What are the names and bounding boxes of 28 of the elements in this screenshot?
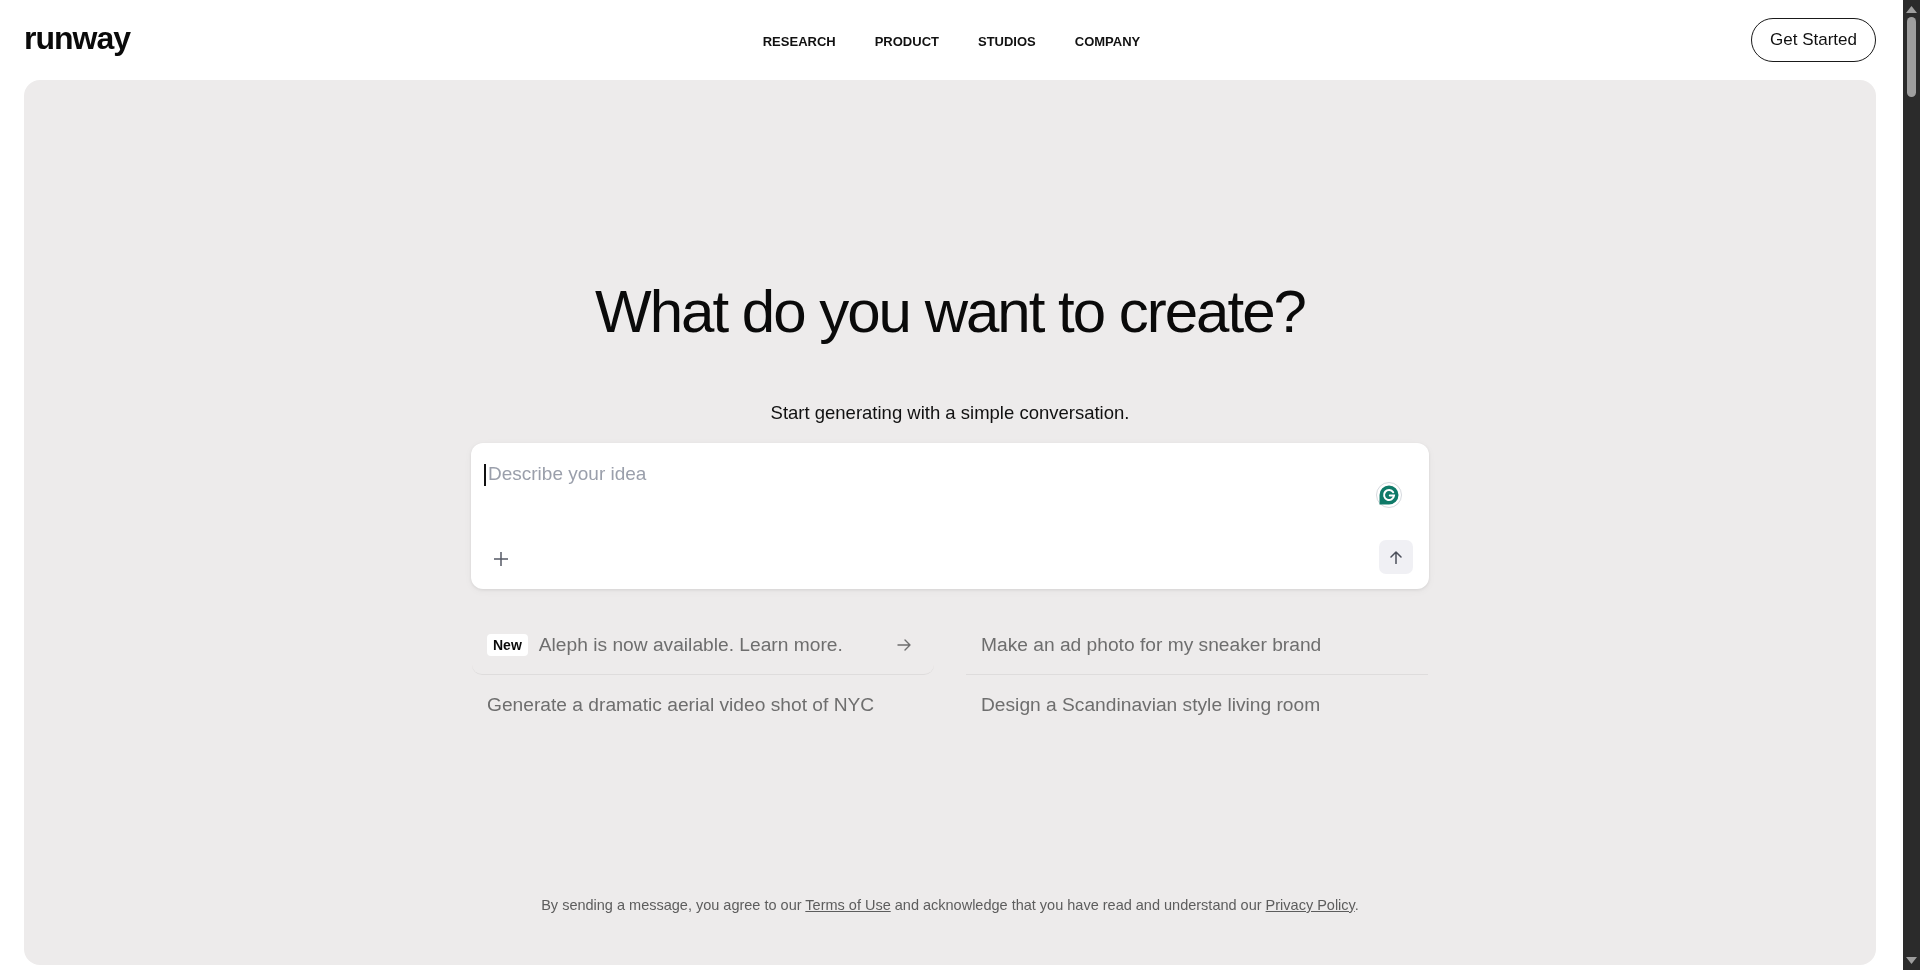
scrollbar[interactable] — [1903, 0, 1920, 970]
suggestion-item[interactable]: New Aleph is now available. Learn more. — [472, 615, 934, 675]
suggestion-item[interactable]: Generate a dramatic aerial video shot of NYC — [472, 675, 934, 735]
policy-link[interactable]: Privacy Policy — [1265, 897, 1355, 913]
policy-link[interactable]: Terms of Use — [805, 897, 891, 913]
nav-link[interactable]: RESEARCH — [762, 34, 836, 50]
scroll-up-icon[interactable] — [1906, 6, 1917, 13]
nav-link[interactable]: PRODUCT — [874, 34, 939, 50]
right-arrow-icon — [897, 638, 911, 651]
get-started-button[interactable]: Get Started — [1751, 18, 1876, 62]
up-arrow-icon — [1390, 550, 1402, 564]
nav-link[interactable]: COMPANY — [1074, 34, 1141, 50]
logo[interactable]: runway — [24, 20, 131, 56]
prompt-box[interactable]: Describe your idea — [471, 443, 1429, 589]
plus-icon — [494, 552, 508, 566]
scrollbar-thumb[interactable] — [1907, 17, 1916, 97]
suggestion-item[interactable]: Make an ad photo for my sneaker brand — [966, 615, 1428, 675]
suggestion-item[interactable]: Design a Scandinavian style living room — [966, 675, 1428, 735]
send-button[interactable] — [1379, 540, 1413, 574]
hero-subtitle: Start generating with a simple conversation. — [770, 401, 1130, 425]
g-badge-icon[interactable] — [1376, 482, 1402, 508]
disclaimer-text: By sending a message, you agree to our Terms of Use and acknowledge that you have read and understand our Privacy Policy. — [541, 896, 1359, 915]
new-badge: New — [487, 633, 528, 656]
prompt-field[interactable]: Describe your idea — [471, 443, 1429, 539]
text-cursor — [484, 464, 486, 486]
hero-title: What do you want to create? — [595, 277, 1305, 347]
scroll-down-icon[interactable] — [1906, 957, 1917, 964]
nav-link[interactable]: STUDIOS — [978, 34, 1036, 50]
